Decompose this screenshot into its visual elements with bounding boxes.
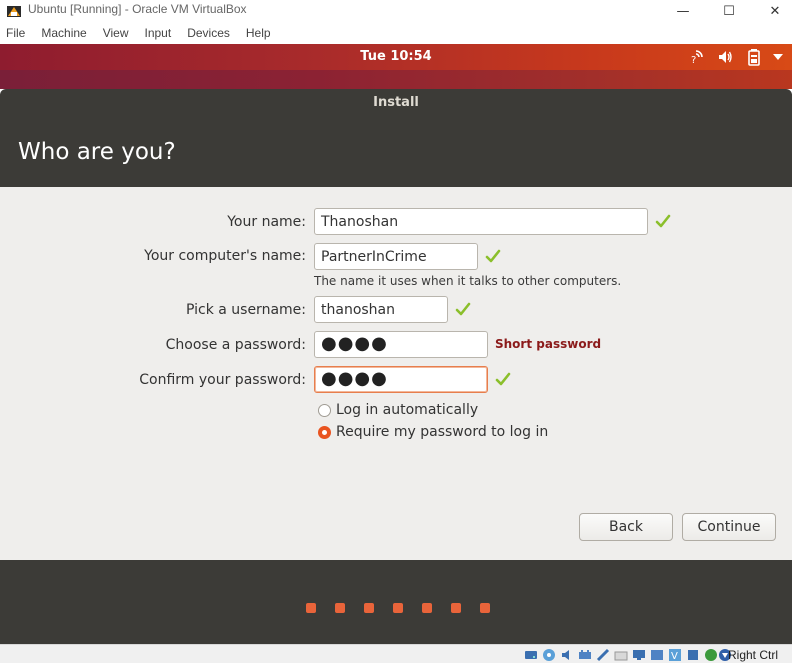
require-password-radio[interactable] [318, 425, 331, 439]
window-titlebar: Ubuntu [Running] - Oracle VM VirtualBox … [0, 0, 792, 22]
network-adapter-icon[interactable] [578, 648, 592, 662]
computer-name-hint: The name it uses when it talks to other … [314, 274, 622, 288]
login-automatically-label[interactable]: Log in automatically [336, 402, 478, 418]
confirm-password-input[interactable]: ●●●● [314, 366, 488, 393]
progress-dot [364, 603, 374, 613]
computer-name-check-icon [485, 249, 501, 263]
close-button[interactable]: ✕ [752, 0, 792, 22]
progress-dot [451, 603, 461, 613]
cpu-icon[interactable] [686, 648, 700, 662]
virtualbox-app-icon [7, 6, 21, 17]
svg-text:?: ? [691, 55, 696, 65]
password-strength-label: Short password [495, 337, 602, 351]
battery-icon[interactable] [747, 48, 761, 66]
computer-name-label: Your computer's name: [144, 248, 306, 264]
username-input[interactable]: thanoshan [314, 296, 448, 323]
network-icon[interactable]: ? [688, 49, 704, 65]
menu-devices[interactable]: Devices [187, 26, 230, 40]
require-password-option[interactable]: Require my password to log in [318, 424, 548, 440]
vm-menubar: File Machine View Input Devices Help [0, 22, 792, 44]
progress-dot [422, 603, 432, 613]
your-name-check-icon [655, 214, 671, 228]
svg-text:V: V [671, 651, 678, 662]
confirm-password-check-icon [495, 372, 511, 386]
menu-input[interactable]: Input [145, 26, 172, 40]
progress-dot [480, 603, 490, 613]
user-form: Your name: Thanoshan Your computer's nam… [0, 187, 792, 560]
installer-progress-area [0, 560, 792, 644]
system-menu-arrow-icon[interactable] [772, 52, 784, 62]
your-name-label: Your name: [227, 214, 306, 230]
back-button[interactable]: Back [579, 513, 673, 541]
page-title: Who are you? [18, 139, 176, 165]
mouse-integration-icon[interactable] [704, 648, 718, 662]
installer-window-title: Install [373, 95, 419, 110]
video-capture-icon[interactable] [650, 648, 664, 662]
menu-view[interactable]: View [103, 26, 129, 40]
computer-name-input[interactable]: PartnerInCrime [314, 243, 478, 270]
hard-disk-icon[interactable] [524, 648, 538, 662]
password-input[interactable]: ●●●● [314, 331, 488, 358]
login-automatically-radio[interactable] [318, 403, 331, 417]
menu-machine[interactable]: Machine [41, 26, 86, 40]
continue-button[interactable]: Continue [682, 513, 776, 541]
require-password-label[interactable]: Require my password to log in [336, 424, 548, 440]
desktop-background [0, 70, 792, 89]
maximize-button[interactable]: ☐ [706, 0, 752, 22]
ubuntu-top-panel: Tue 10:54 ? [0, 44, 792, 70]
installer-header: Install Who are you? [0, 89, 792, 187]
menu-file[interactable]: File [6, 26, 25, 40]
shared-folder-icon[interactable] [614, 648, 628, 662]
progress-dot [335, 603, 345, 613]
audio-icon[interactable] [560, 648, 574, 662]
progress-dot [306, 603, 316, 613]
vt-x-icon[interactable]: V [668, 648, 682, 662]
username-label: Pick a username: [185, 302, 306, 318]
password-label: Choose a password: [165, 337, 306, 353]
menu-help[interactable]: Help [246, 26, 271, 40]
confirm-password-label: Confirm your password: [139, 372, 306, 388]
volume-icon[interactable] [717, 49, 733, 65]
minimize-button[interactable]: — [660, 0, 706, 22]
progress-dot [393, 603, 403, 613]
window-title: Ubuntu [Running] - Oracle VM VirtualBox [28, 2, 247, 16]
username-check-icon [455, 302, 471, 316]
usb-icon[interactable] [596, 648, 610, 662]
display-icon[interactable] [632, 648, 646, 662]
vm-status-bar: V Right Ctrl [0, 644, 792, 663]
login-automatically-option[interactable]: Log in automatically [318, 402, 478, 418]
host-key-label: Right Ctrl [727, 648, 778, 662]
optical-drive-icon[interactable] [542, 648, 556, 662]
panel-clock[interactable]: Tue 10:54 [0, 49, 792, 64]
your-name-input[interactable]: Thanoshan [314, 208, 648, 235]
